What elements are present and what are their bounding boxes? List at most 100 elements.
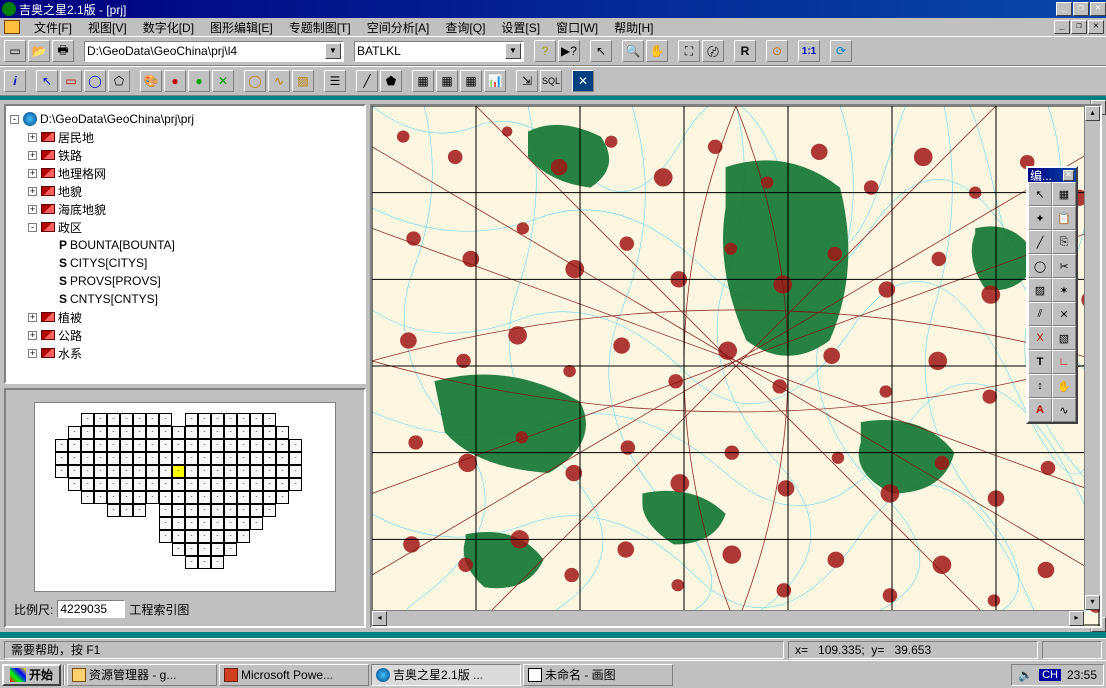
index-cell[interactable]: -: [211, 426, 224, 439]
index-cell[interactable]: -: [81, 452, 94, 465]
expand-icon[interactable]: +: [28, 133, 37, 142]
index-cell[interactable]: -: [263, 439, 276, 452]
index-cell[interactable]: -: [211, 556, 224, 569]
polygon-tool-button[interactable]: ⬟: [380, 70, 402, 92]
index-cell[interactable]: -: [237, 491, 250, 504]
index-cell[interactable]: -: [146, 439, 159, 452]
index-cell[interactable]: -: [159, 504, 172, 517]
mdi-minimize-button[interactable]: _: [1054, 20, 1070, 34]
index-cell[interactable]: -: [81, 478, 94, 491]
index-cell[interactable]: -: [159, 452, 172, 465]
index-cell[interactable]: -: [237, 517, 250, 530]
index-cell[interactable]: -: [94, 491, 107, 504]
menu-thematic[interactable]: 专题制图[T]: [281, 17, 359, 38]
extent-button[interactable]: ⛶: [678, 40, 700, 62]
map-view[interactable]: 编... ✕ ↖ ▦ ✦ 📋 ╱ ⎘ ◯ ✂ ▨ ✶ ⫽ ✕ X ▧ T ∟ ↕: [370, 104, 1102, 628]
index-cell[interactable]: -: [198, 452, 211, 465]
expand-icon[interactable]: +: [28, 169, 37, 178]
index-cell[interactable]: -: [289, 478, 302, 491]
palette-close-button[interactable]: ✕: [1063, 170, 1074, 181]
pal-paste-button[interactable]: 📋: [1052, 206, 1076, 230]
index-cell[interactable]: -: [159, 478, 172, 491]
pal-pointer-button[interactable]: ↖: [1028, 182, 1052, 206]
index-cell[interactable]: -: [172, 543, 185, 556]
index-cell[interactable]: -: [224, 517, 237, 530]
pal-x-button[interactable]: X: [1028, 326, 1052, 350]
pal-label-button[interactable]: A: [1028, 398, 1052, 422]
index-cell[interactable]: -: [276, 478, 289, 491]
expand-icon[interactable]: +: [28, 187, 37, 196]
expand-icon[interactable]: +: [28, 313, 37, 322]
index-cell[interactable]: -: [55, 439, 68, 452]
index-cell[interactable]: -: [107, 465, 120, 478]
paint-button[interactable]: 🎨: [140, 70, 162, 92]
index-cell[interactable]: -: [94, 439, 107, 452]
index-cell[interactable]: -: [94, 413, 107, 426]
tree-child-node[interactable]: SCITYS[CITYS]: [56, 254, 360, 272]
line-tool-button[interactable]: ╱: [356, 70, 378, 92]
index-cell[interactable]: -: [237, 413, 250, 426]
fit-button[interactable]: 〄: [702, 40, 724, 62]
tree-child-node[interactable]: SPROVS[PROVS]: [56, 272, 360, 290]
tree-node[interactable]: +海底地貌: [28, 200, 360, 218]
index-cell[interactable]: -: [276, 426, 289, 439]
task-powerpoint[interactable]: Microsoft Powe...: [219, 664, 369, 686]
index-cell[interactable]: -: [68, 478, 81, 491]
index-cell[interactable]: -: [185, 426, 198, 439]
index-cell[interactable]: -: [250, 426, 263, 439]
index-cell[interactable]: -: [224, 452, 237, 465]
index-cell[interactable]: -: [94, 465, 107, 478]
index-cell[interactable]: -: [198, 413, 211, 426]
index-cell[interactable]: -: [224, 413, 237, 426]
menu-settings[interactable]: 设置[S]: [493, 17, 548, 38]
index-cell[interactable]: -: [185, 413, 198, 426]
index-cell[interactable]: -: [159, 413, 172, 426]
index-cell[interactable]: -: [237, 439, 250, 452]
index-cell[interactable]: -: [120, 504, 133, 517]
minimize-button[interactable]: _: [1056, 2, 1072, 16]
index-cell[interactable]: -: [250, 504, 263, 517]
index-cell[interactable]: -: [120, 413, 133, 426]
index-cell[interactable]: -: [94, 452, 107, 465]
index-cell[interactable]: -: [172, 439, 185, 452]
index-cell[interactable]: -: [81, 465, 94, 478]
task-explorer[interactable]: 资源管理器 - g...: [67, 664, 217, 686]
index-cell[interactable]: -: [133, 439, 146, 452]
index-cell[interactable]: -: [198, 517, 211, 530]
open-button[interactable]: 📂: [28, 40, 50, 62]
index-cell[interactable]: -: [55, 465, 68, 478]
scroll-down-icon[interactable]: ▾: [1085, 595, 1100, 610]
menu-window[interactable]: 窗口[W]: [548, 17, 606, 38]
index-cell[interactable]: -: [211, 491, 224, 504]
index-cell[interactable]: -: [133, 504, 146, 517]
path-combo[interactable]: D:\GeoData\GeoChina\prj\l4 ▼: [84, 41, 344, 62]
index-cell[interactable]: -: [172, 530, 185, 543]
index-cell[interactable]: -: [159, 530, 172, 543]
index-cell[interactable]: -: [185, 556, 198, 569]
index-cell[interactable]: -: [224, 465, 237, 478]
zoom-tool-button[interactable]: ⊙: [766, 40, 788, 62]
index-cell[interactable]: -: [198, 439, 211, 452]
index-cell[interactable]: -: [159, 517, 172, 530]
index-cell[interactable]: -: [81, 439, 94, 452]
index-cell[interactable]: -: [146, 478, 159, 491]
mdi-restore-button[interactable]: ❐: [1071, 20, 1087, 34]
index-cell[interactable]: -: [185, 478, 198, 491]
index-cell[interactable]: -: [81, 491, 94, 504]
index-cell[interactable]: -: [120, 465, 133, 478]
index-cell[interactable]: -: [250, 413, 263, 426]
close-tool-button[interactable]: ✕: [572, 70, 594, 92]
pal-node-button[interactable]: ✦: [1028, 206, 1052, 230]
map-scrollbar-v[interactable]: ▴ ▾: [1084, 106, 1100, 610]
index-cell[interactable]: -: [107, 491, 120, 504]
clock[interactable]: 23:55: [1067, 668, 1097, 682]
index-cell[interactable]: -: [250, 439, 263, 452]
tree-node[interactable]: +植被: [28, 308, 360, 326]
menu-query[interactable]: 查询[Q]: [437, 17, 493, 38]
scroll-up-icon[interactable]: ▴: [1085, 106, 1100, 121]
r-button[interactable]: R: [734, 40, 756, 62]
task-geostar[interactable]: 吉奥之星2.1版 ...: [371, 664, 521, 686]
start-button[interactable]: 开始: [2, 664, 61, 686]
scroll-right-icon[interactable]: ▸: [1069, 611, 1084, 626]
index-cell[interactable]: -: [276, 439, 289, 452]
